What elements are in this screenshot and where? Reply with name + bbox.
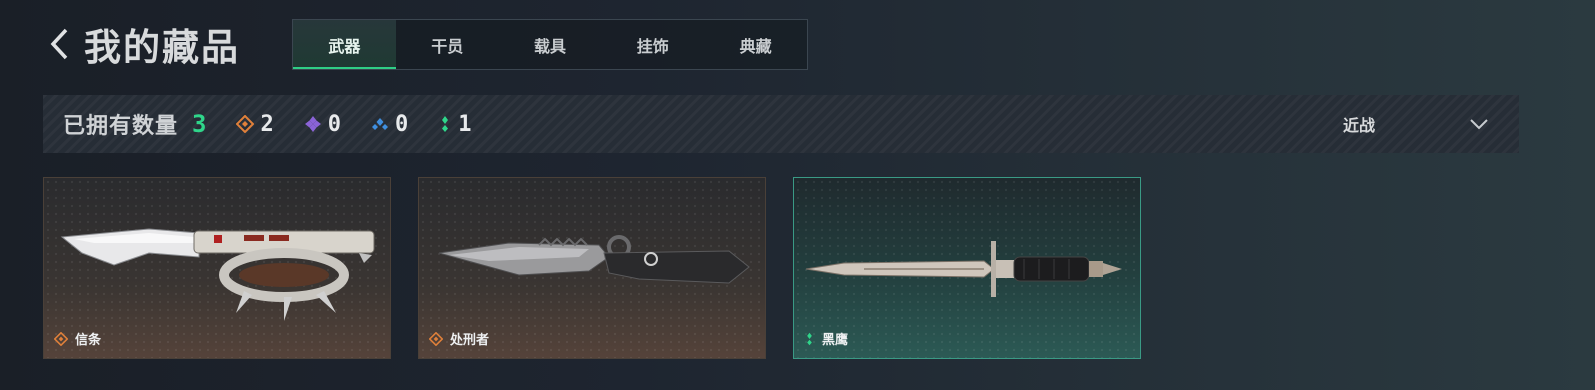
orange-diamond-icon — [54, 331, 68, 346]
page-header: 我的藏品 — [44, 18, 240, 70]
green-diamond-icon — [442, 116, 449, 132]
back-button[interactable] — [44, 24, 74, 64]
page-title: 我的藏品 — [84, 26, 240, 69]
green-diamond-icon — [807, 332, 812, 345]
card-footer: 信条 — [54, 329, 101, 348]
orange-diamond-icon — [429, 331, 443, 346]
chevron-left-icon — [50, 28, 68, 60]
tab-weapons[interactable]: 武器 — [293, 20, 396, 69]
owned-total: 3 — [192, 110, 207, 138]
owned-count-label: 已拥有数量 — [63, 114, 179, 139]
weapon-type-dropdown[interactable]: 近战 — [1343, 95, 1489, 153]
tab-operators[interactable]: 干员 — [396, 20, 499, 69]
card-footer: 黑鹰 — [804, 329, 848, 348]
purple-diamond-icon — [304, 116, 321, 132]
dagger-image — [805, 241, 1122, 297]
tab-charms[interactable]: 挂饰 — [601, 20, 704, 69]
card-footer: 处刑者 — [429, 329, 489, 348]
serrated-knife-image — [438, 235, 750, 284]
dropdown-selected-value: 近战 — [1342, 116, 1375, 135]
orange-diamond-icon — [236, 115, 255, 133]
tab-vehicles[interactable]: 载具 — [499, 20, 602, 69]
rarity-count-value: 0 — [327, 111, 341, 137]
blue-diamond-icon — [371, 118, 388, 130]
rarity-count-value: 1 — [458, 111, 472, 137]
rarity-count-orange: 2 — [236, 111, 274, 137]
rarity-count-blue: 0 — [371, 112, 408, 137]
collection-card[interactable]: 黑鹰 — [793, 177, 1141, 359]
item-name: 黑鹰 — [822, 333, 849, 348]
rarity-count-value: 2 — [260, 111, 274, 137]
chevron-down-icon — [1470, 119, 1488, 130]
item-name: 处刑者 — [450, 333, 490, 348]
rarity-count-value: 0 — [394, 111, 409, 137]
item-name: 信条 — [75, 333, 102, 348]
collection-card[interactable]: 信条 — [43, 177, 391, 359]
tab-collection[interactable]: 典藏 — [704, 20, 807, 69]
category-tabs: 武器 干员 载具 挂饰 典藏 — [292, 19, 808, 70]
knuckle-knife-image — [60, 228, 375, 321]
collection-grid: 信条 处刑者 黑鹰 — [43, 177, 1141, 359]
rarity-count-green: 1 — [438, 112, 471, 137]
rarity-count-purple: 0 — [304, 112, 341, 137]
ownership-stats-bar: 已拥有数量 3 2 0 0 1 近战 — [43, 95, 1519, 153]
collection-card[interactable]: 处刑者 — [418, 177, 766, 359]
